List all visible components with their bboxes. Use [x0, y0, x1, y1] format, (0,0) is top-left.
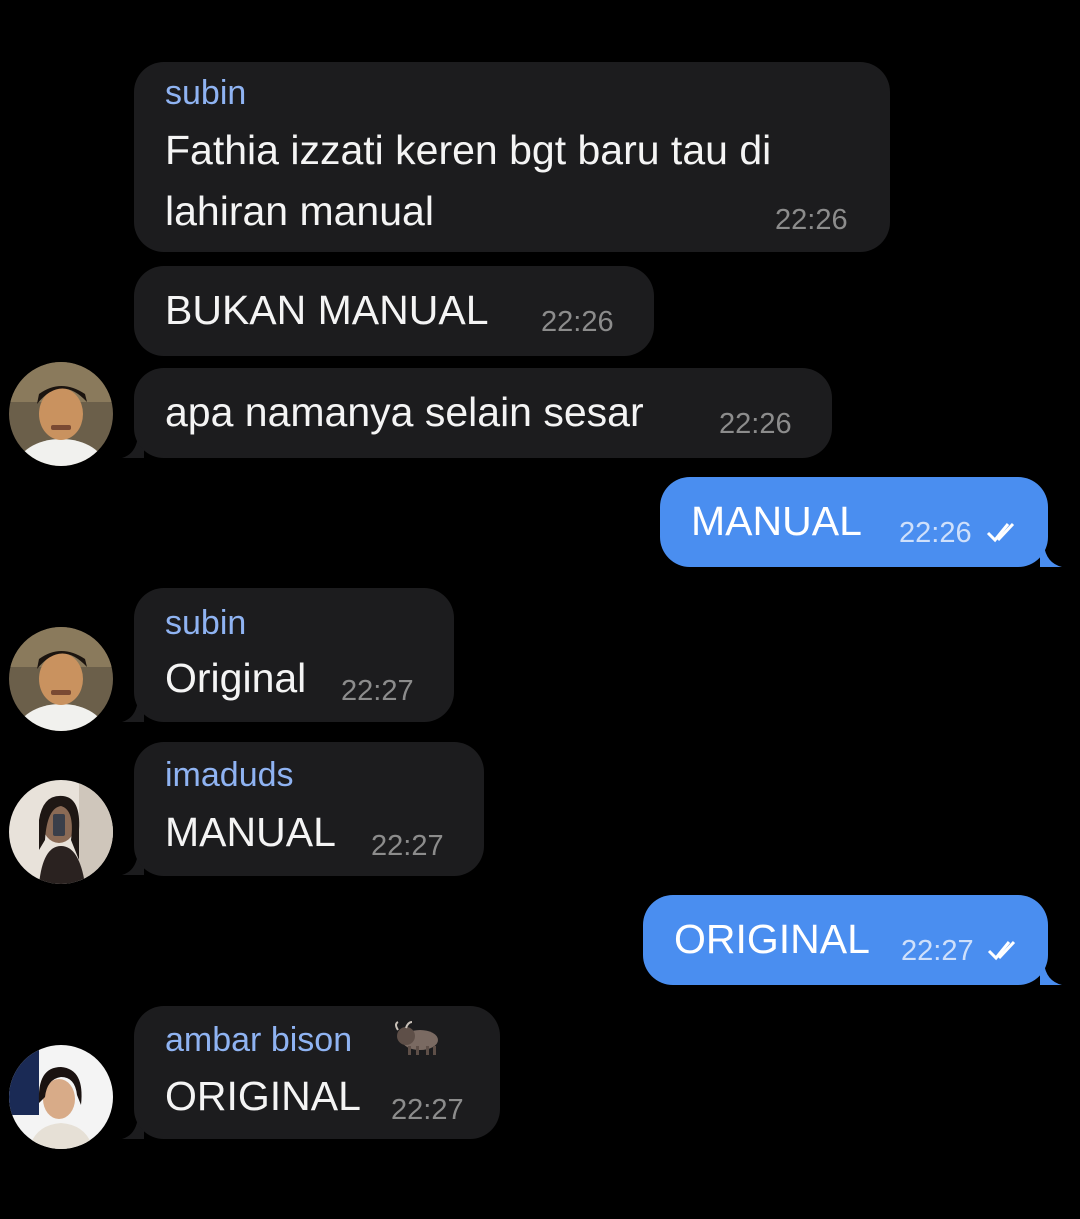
message-bubble-incoming[interactable]: BUKAN MANUAL 22:26 — [134, 266, 654, 356]
avatar-subin[interactable] — [9, 627, 113, 731]
message-timestamp: 22:27 — [371, 830, 444, 862]
sender-name[interactable]: imaduds — [165, 758, 294, 792]
bubble-tail — [1040, 963, 1062, 985]
message-bubble-incoming[interactable]: subin Original 22:27 — [134, 588, 454, 722]
sender-name[interactable]: ambar bison — [165, 1023, 352, 1057]
chat-view: subin Fathia izzati keren bgt baru tau d… — [0, 0, 1080, 1219]
message-text: MANUAL — [165, 809, 336, 855]
sender-name[interactable]: subin — [165, 606, 246, 640]
message-timestamp: 22:27 — [341, 675, 414, 707]
message-text: lahiran manual — [165, 188, 434, 234]
message-text: MANUAL — [691, 498, 862, 544]
bison-icon — [395, 1021, 438, 1055]
message-bubble-incoming[interactable]: subin Fathia izzati keren bgt baru tau d… — [134, 62, 890, 252]
message-timestamp: 22:26 — [719, 408, 792, 440]
message-timestamp: 22:26 — [899, 517, 972, 549]
avatar-imaduds[interactable] — [9, 780, 113, 884]
message-bubble-incoming[interactable]: apa namanya selain sesar 22:26 — [134, 368, 832, 458]
message-bubble-outgoing[interactable]: ORIGINAL 22:27 — [643, 895, 1048, 985]
sender-name[interactable]: subin — [165, 76, 246, 110]
message-text: Original — [165, 655, 307, 701]
message-text: Fathia izzati keren bgt baru tau di — [165, 127, 772, 173]
message-text: apa namanya selain sesar — [165, 389, 644, 435]
message-text: ORIGINAL — [674, 916, 870, 962]
avatar-subin[interactable] — [9, 362, 113, 466]
message-bubble-incoming[interactable]: imaduds MANUAL 22:27 — [134, 742, 484, 876]
message-timestamp: 22:27 — [391, 1094, 464, 1126]
message-timestamp: 22:27 — [901, 935, 974, 967]
message-bubble-incoming[interactable]: ambar bison ORIGINAL 22:27 — [134, 1006, 500, 1139]
avatar-ambar-bison[interactable] — [9, 1045, 113, 1149]
message-text: BUKAN MANUAL — [165, 287, 489, 333]
double-check-icon — [987, 940, 1016, 961]
message-bubble-outgoing[interactable]: MANUAL 22:26 — [660, 477, 1048, 567]
message-timestamp: 22:26 — [541, 306, 614, 338]
message-timestamp: 22:26 — [775, 204, 848, 236]
message-text: ORIGINAL — [165, 1073, 361, 1119]
double-check-icon — [986, 522, 1015, 543]
bubble-tail — [1040, 545, 1062, 567]
